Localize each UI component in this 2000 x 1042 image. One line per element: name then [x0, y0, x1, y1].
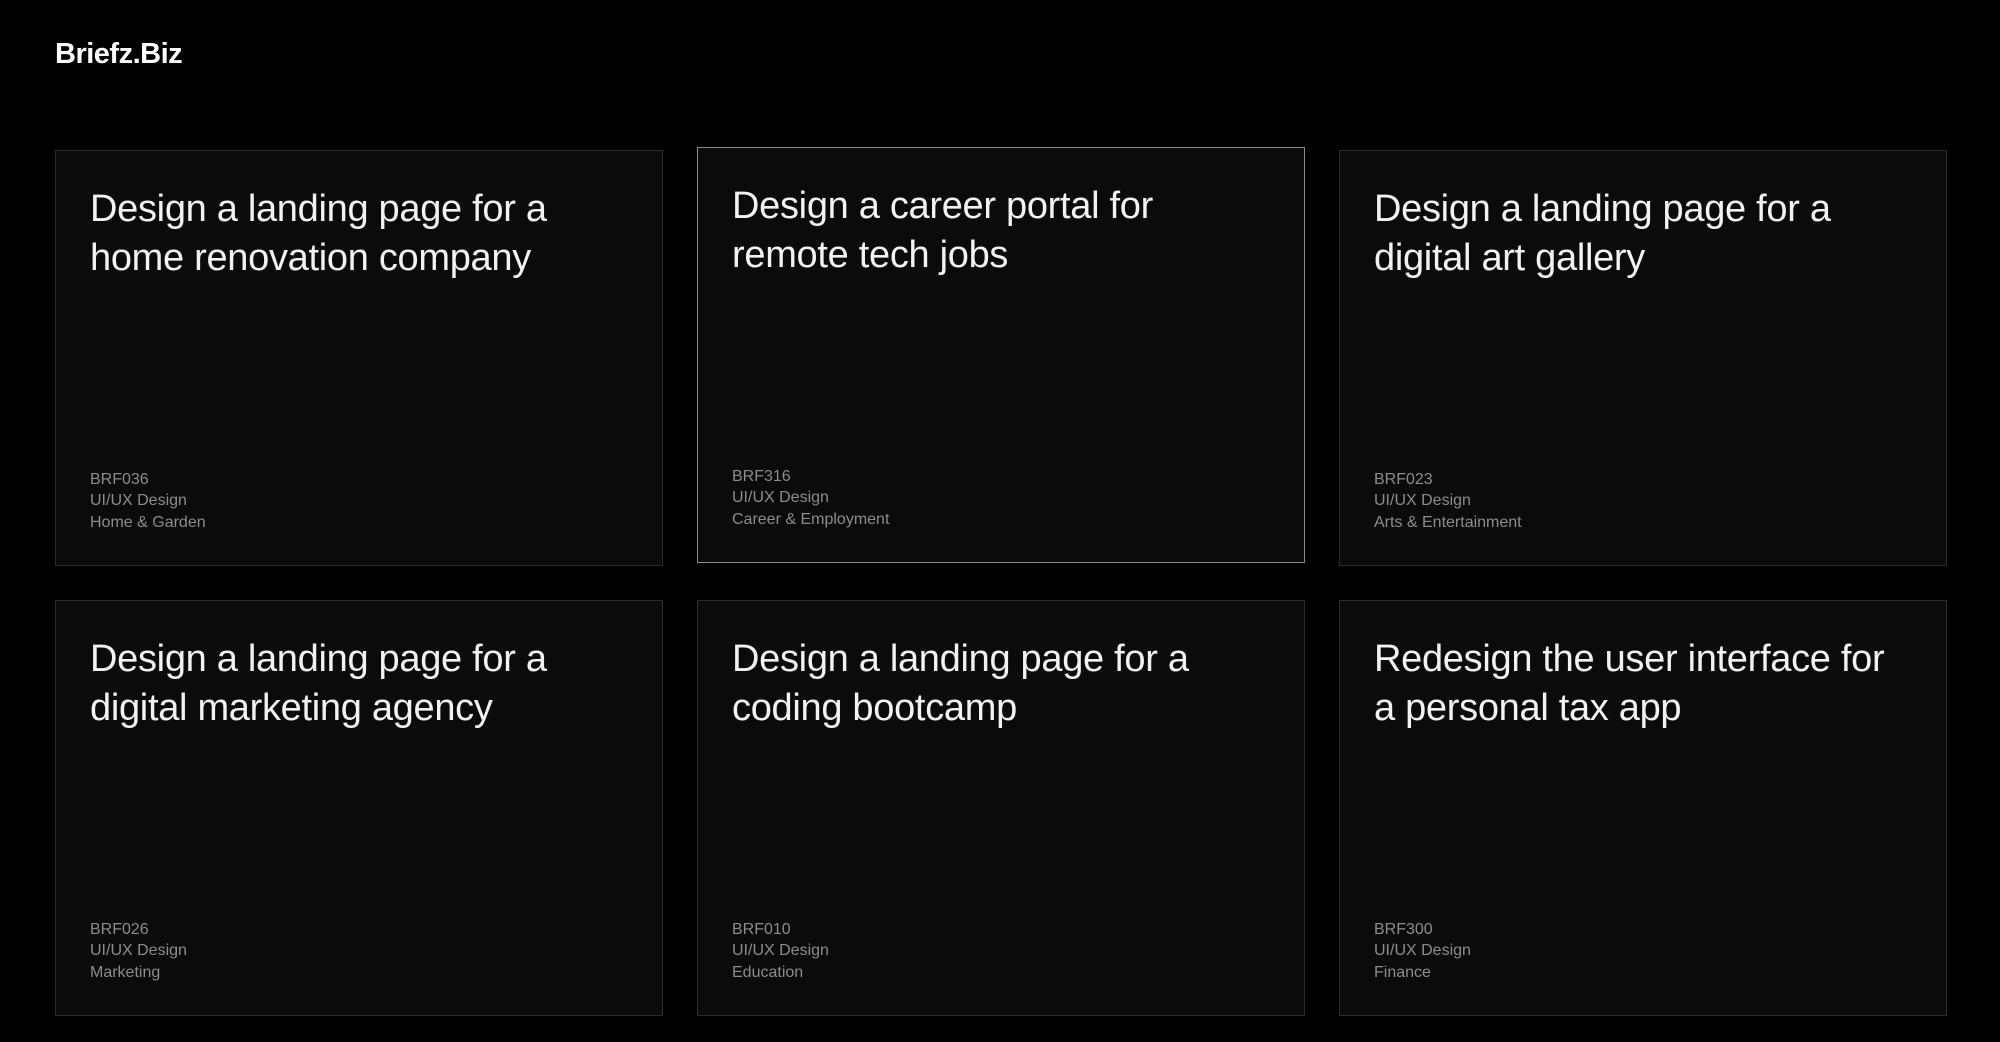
- brief-card[interactable]: Design a landing page for a digital art …: [1339, 150, 1947, 566]
- brief-title: Redesign the user interface for a person…: [1374, 638, 1885, 729]
- brief-discipline: UI/UX Design: [90, 942, 187, 959]
- brief-title: Design a landing page for a coding bootc…: [732, 638, 1189, 729]
- brief-code: BRF300: [1374, 920, 1433, 938]
- brief-discipline: UI/UX Design: [732, 489, 829, 506]
- brief-industry: Arts & Entertainment: [1374, 513, 1522, 531]
- brief-title: Design a landing page for a digital art …: [1374, 188, 1831, 279]
- brief-grid: Design a landing page for a home renovat…: [55, 147, 1947, 1016]
- brief-code: BRF010: [732, 920, 791, 938]
- site-logo[interactable]: Briefz.Biz: [55, 38, 183, 71]
- brief-meta: BRF023 UI/UX Design Arts & Entertainment: [1374, 469, 1522, 534]
- brief-industry: Education: [732, 963, 804, 981]
- brief-title: Design a career portal for remote tech j…: [732, 185, 1153, 276]
- brief-card[interactable]: Design a landing page for a home renovat…: [55, 150, 663, 566]
- brief-industry: Home & Garden: [90, 513, 206, 531]
- brief-meta: BRF026 UI/UX Design Marketing: [90, 919, 187, 984]
- brief-title: Design a landing page for a digital mark…: [90, 638, 547, 729]
- brief-card[interactable]: Redesign the user interface for a person…: [1339, 600, 1947, 1016]
- brief-industry: Finance: [1374, 963, 1431, 981]
- brief-industry: Marketing: [90, 963, 161, 981]
- brief-discipline: UI/UX Design: [732, 942, 829, 959]
- brief-code: BRF036: [90, 470, 149, 488]
- brief-code: BRF316: [732, 467, 791, 485]
- brief-meta: BRF036 UI/UX Design Home & Garden: [90, 469, 206, 534]
- brief-industry: Career & Employment: [732, 510, 890, 528]
- brief-card[interactable]: Design a landing page for a coding bootc…: [697, 600, 1305, 1016]
- brief-card[interactable]: Design a career portal for remote tech j…: [697, 147, 1305, 563]
- brief-meta: BRF010 UI/UX Design Education: [732, 919, 829, 984]
- brief-meta: BRF300 UI/UX Design Finance: [1374, 919, 1471, 984]
- brief-discipline: UI/UX Design: [1374, 942, 1471, 959]
- brief-code: BRF023: [1374, 470, 1433, 488]
- brief-card[interactable]: Design a landing page for a digital mark…: [55, 600, 663, 1016]
- brief-meta: BRF316 UI/UX Design Career & Employment: [732, 466, 889, 531]
- brief-title: Design a landing page for a home renovat…: [90, 188, 547, 279]
- brief-code: BRF026: [90, 920, 149, 938]
- brief-discipline: UI/UX Design: [1374, 492, 1471, 509]
- brief-discipline: UI/UX Design: [90, 492, 187, 509]
